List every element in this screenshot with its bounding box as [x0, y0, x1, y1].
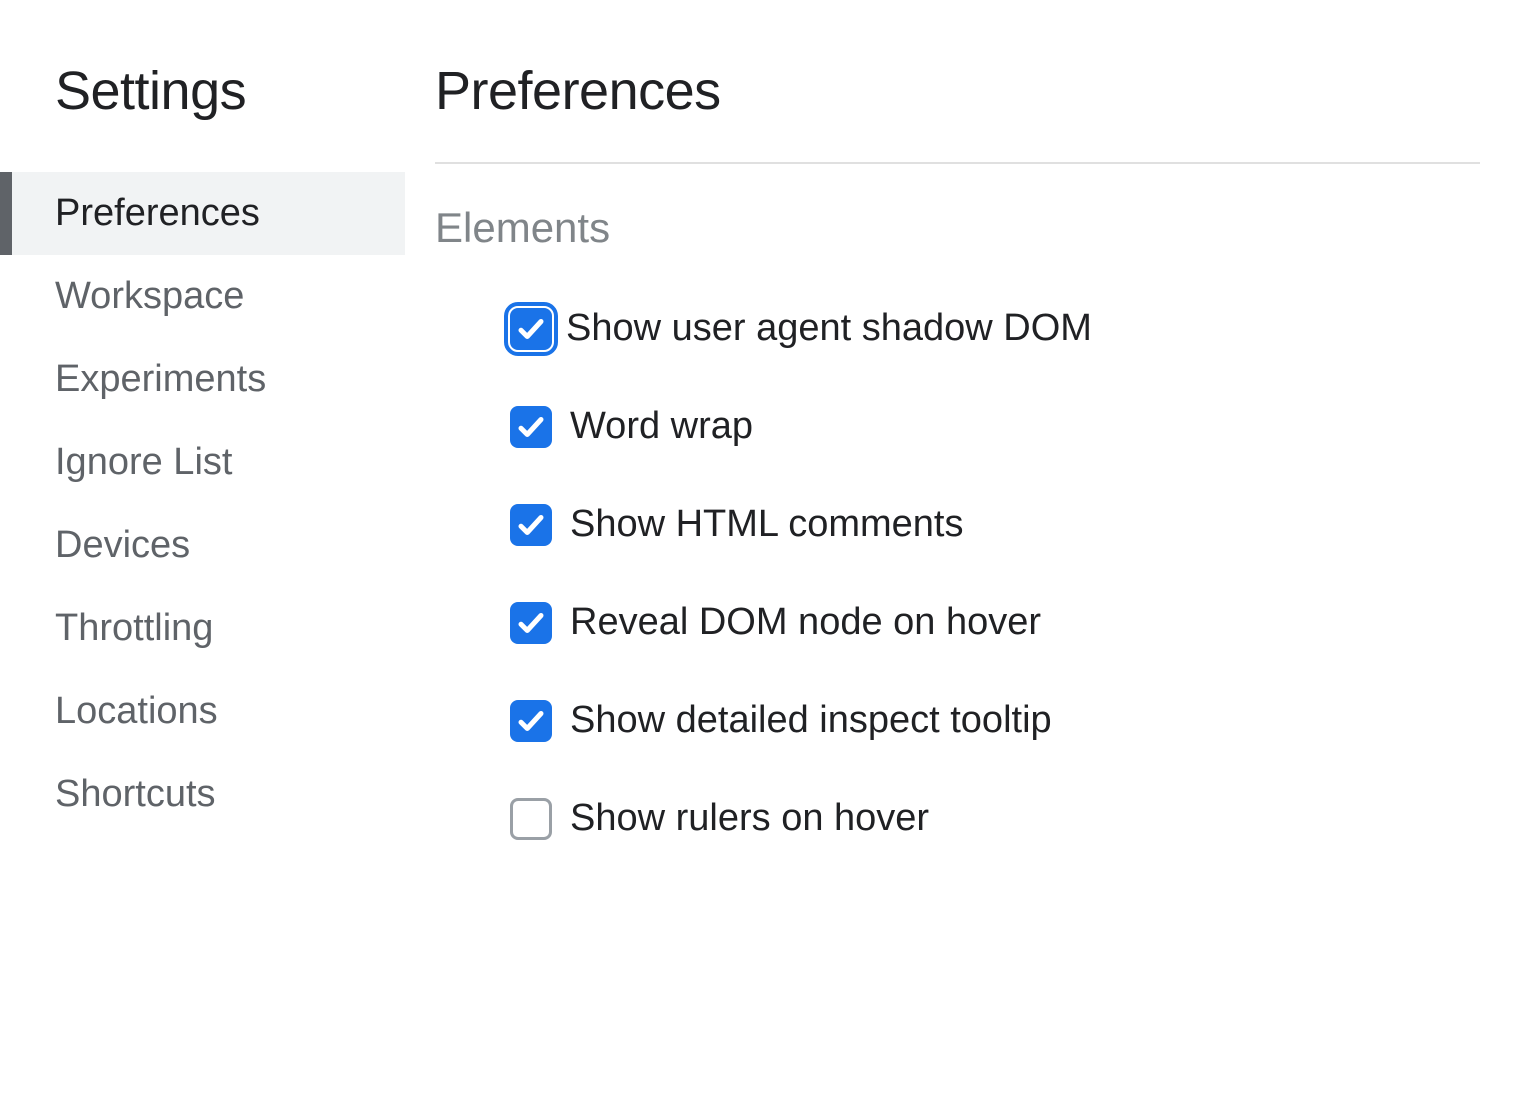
option-row: Show rulers on hover [510, 797, 1480, 840]
sidebar-item-label: Locations [55, 690, 218, 732]
sidebar-item-label: Ignore List [55, 441, 232, 483]
option-row: Show user agent shadow DOM [510, 307, 1480, 350]
option-label: Show HTML comments [570, 503, 963, 546]
option-row: Reveal DOM node on hover [510, 601, 1480, 644]
sidebar-item-workspace[interactable]: Workspace [0, 255, 405, 338]
preferences-panel: Preferences Elements Show user agent sha… [405, 0, 1520, 1110]
option-label: Word wrap [570, 405, 753, 448]
option-row: Show detailed inspect tooltip [510, 699, 1480, 742]
option-label: Show detailed inspect tooltip [570, 699, 1052, 742]
sidebar-item-devices[interactable]: Devices [0, 504, 405, 587]
checkbox-show-html-comments[interactable] [510, 504, 552, 546]
sidebar-item-experiments[interactable]: Experiments [0, 338, 405, 421]
option-label: Show rulers on hover [570, 797, 929, 840]
section-title-elements: Elements [435, 204, 1480, 252]
checkbox-show-detailed-inspect-tooltip[interactable] [510, 700, 552, 742]
sidebar-item-label: Shortcuts [55, 773, 216, 815]
sidebar-item-label: Workspace [55, 275, 244, 317]
checkbox-word-wrap[interactable] [510, 406, 552, 448]
option-label: Reveal DOM node on hover [570, 601, 1041, 644]
sidebar-item-label: Experiments [55, 358, 266, 400]
sidebar-items: Preferences Workspace Experiments Ignore Li… [0, 172, 405, 836]
sidebar-title: Settings [0, 60, 405, 122]
page-title: Preferences [435, 60, 1480, 122]
sidebar-item-throttling[interactable]: Throttling [0, 587, 405, 670]
option-row: Word wrap [510, 405, 1480, 448]
sidebar-item-label: Devices [55, 524, 190, 566]
option-label: Show user agent shadow DOM [566, 307, 1092, 350]
checkbox-show-rulers-on-hover[interactable] [510, 798, 552, 840]
option-row: Show HTML comments [510, 503, 1480, 546]
options-list: Show user agent shadow DOM Word wrap Show … [435, 307, 1480, 840]
sidebar-item-ignore-list[interactable]: Ignore List [0, 421, 405, 504]
checkbox-show-user-agent-shadow-dom[interactable] [510, 308, 552, 350]
sidebar-item-shortcuts[interactable]: Shortcuts [0, 753, 405, 836]
divider [435, 162, 1480, 164]
sidebar-item-preferences[interactable]: Preferences [0, 172, 405, 255]
sidebar-item-locations[interactable]: Locations [0, 670, 405, 753]
settings-sidebar: Settings Preferences Workspace Experiments… [0, 0, 405, 1110]
sidebar-item-label: Throttling [55, 607, 213, 649]
checkbox-reveal-dom-node-on-hover[interactable] [510, 602, 552, 644]
sidebar-item-label: Preferences [55, 192, 260, 234]
